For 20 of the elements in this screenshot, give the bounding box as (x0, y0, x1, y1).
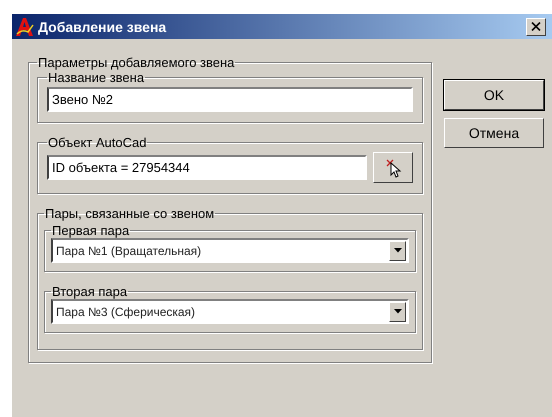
close-button[interactable] (526, 18, 546, 36)
close-icon (531, 22, 541, 31)
dialog-button[interactable]: OK (444, 80, 544, 110)
group-label: Параметры добавляемого звена (37, 55, 236, 70)
name-field[interactable]: Звено №2 (47, 87, 413, 112)
dialog-button[interactable]: Отмена (444, 118, 544, 148)
pair-dropdown[interactable]: Пара №1 (Вращательная) (51, 238, 409, 263)
object-id-field[interactable]: ID объекта = 27954344 (47, 155, 367, 180)
window-title: Добавление звена (38, 18, 168, 34)
group-label: Название звена (47, 70, 146, 85)
group-label: Первая пара (51, 223, 130, 238)
dropdown-arrow-icon (394, 309, 402, 314)
group-label: Вторая пара (51, 284, 128, 299)
pick-object-button[interactable] (373, 152, 413, 183)
cursor-icon (384, 158, 402, 178)
app-icon (14, 16, 36, 36)
group-label: Пары, связанные со звеном (44, 206, 216, 221)
group-label: Объект AutoCad (47, 135, 148, 150)
pair-dropdown[interactable]: Пара №3 (Сферическая) (51, 299, 409, 324)
dropdown-arrow-icon (394, 248, 402, 253)
